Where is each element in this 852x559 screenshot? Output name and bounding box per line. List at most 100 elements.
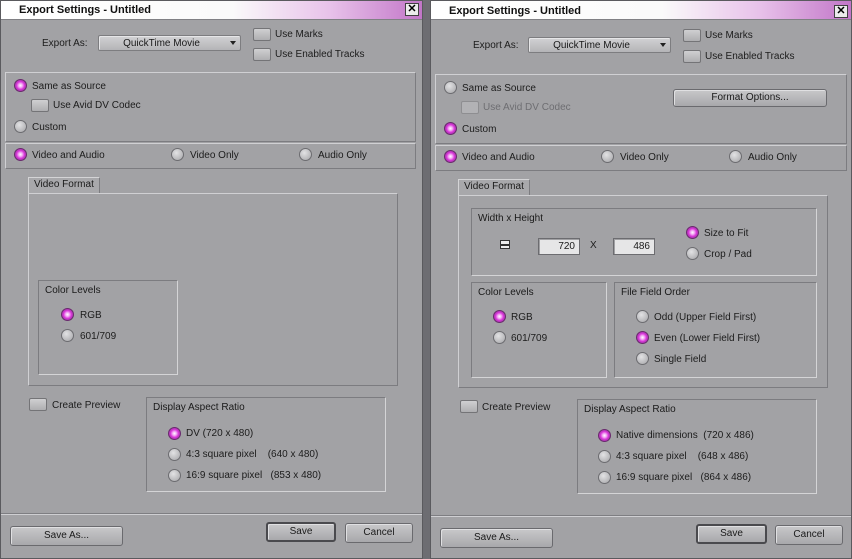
use-marks-label: Use Marks [705,30,753,41]
create-preview-label: Create Preview [52,400,121,411]
aspect-4-3-radio[interactable] [168,448,181,461]
aspect-16-9-radio[interactable] [598,471,611,484]
close-icon[interactable]: ✕ [834,5,848,18]
dialog-title: Export Settings - Untitled [449,5,581,17]
video-and-audio-radio[interactable] [14,148,27,161]
odd-field-label: Odd (Upper Field First) [654,312,757,323]
export-as-label: Export As: [473,40,519,51]
video-and-audio-radio[interactable] [444,150,457,163]
export-as-value: QuickTime Movie [553,40,630,51]
crop-pad-label: Crop / Pad [704,249,752,260]
display-aspect-ratio-title: Display Aspect Ratio [153,402,245,413]
use-avid-dv-codec-label: Use Avid DV Codec [483,102,571,113]
use-enabled-tracks-checkbox[interactable] [253,48,271,61]
tab-video-format[interactable]: Video Format [28,177,100,193]
audio-only-radio[interactable] [299,148,312,161]
close-icon[interactable]: ✕ [405,3,419,16]
use-enabled-tracks-label: Use Enabled Tracks [705,51,795,62]
create-preview-label: Create Preview [482,402,551,413]
format-options-button[interactable]: Format Options... [673,89,827,107]
save-as-button[interactable]: Save As... [10,526,123,546]
color-levels-group: Color Levels [38,280,178,375]
aspect-dv-radio[interactable] [168,427,181,440]
use-avid-dv-codec-label: Use Avid DV Codec [53,100,141,111]
aspect-native-label: Native dimensions (720 x 486) [616,430,754,441]
color-levels-group: Color Levels [471,282,607,378]
dialog-title: Export Settings - Untitled [19,4,151,16]
title-bar[interactable]: Export Settings - Untitled ✕ [431,1,851,20]
export-as-dropdown[interactable]: QuickTime Movie [528,37,671,53]
single-field-radio[interactable] [636,352,649,365]
use-marks-checkbox[interactable] [253,28,271,41]
color-levels-title: Color Levels [45,285,101,296]
use-enabled-tracks-checkbox[interactable] [683,50,701,63]
height-field[interactable]: 486 [613,238,655,255]
aspect-dv-label: DV (720 x 480) [186,428,254,439]
601-709-radio[interactable] [493,331,506,344]
601-709-radio[interactable] [61,329,74,342]
use-marks-label: Use Marks [275,29,323,40]
aspect-4-3-label: 4:3 square pixel (640 x 480) [186,449,319,460]
custom-radio[interactable] [444,122,457,135]
custom-label: Custom [32,122,67,133]
single-field-label: Single Field [654,354,707,365]
crop-pad-radio[interactable] [686,247,699,260]
aspect-16-9-label: 16:9 square pixel (853 x 480) [186,470,322,481]
video-and-audio-label: Video and Audio [32,150,105,161]
use-avid-dv-codec-checkbox[interactable] [31,99,49,112]
aspect-4-3-label: 4:3 square pixel (648 x 486) [616,451,749,462]
export-as-value: QuickTime Movie [123,38,200,49]
same-as-source-radio[interactable] [14,79,27,92]
aspect-4-3-radio[interactable] [598,450,611,463]
title-bar[interactable]: Export Settings - Untitled ✕ [1,1,422,20]
video-only-radio[interactable] [601,150,614,163]
same-as-source-radio[interactable] [444,81,457,94]
even-field-radio[interactable] [636,331,649,344]
export-as-dropdown[interactable]: QuickTime Movie [98,35,241,51]
aspect-16-9-radio[interactable] [168,469,181,482]
rgb-label: RGB [80,310,102,321]
601-709-label: 601/709 [80,331,117,342]
save-button[interactable]: Save [696,524,767,544]
video-and-audio-label: Video and Audio [462,152,535,163]
even-field-label: Even (Lower Field First) [654,333,761,344]
use-avid-dv-codec-checkbox[interactable] [461,101,479,114]
rgb-label: RGB [511,312,533,323]
cancel-button[interactable]: Cancel [775,525,843,545]
bottom-separator-highlight [431,516,851,517]
width-height-title: Width x Height [478,213,544,224]
video-only-radio[interactable] [171,148,184,161]
audio-only-label: Audio Only [318,150,367,161]
lock-icon[interactable] [500,240,510,249]
cancel-button[interactable]: Cancel [345,523,413,543]
size-to-fit-label: Size to Fit [704,228,749,239]
size-to-fit-radio[interactable] [686,226,699,239]
rgb-radio[interactable] [493,310,506,323]
tab-video-format[interactable]: Video Format [458,179,530,195]
chevron-down-icon [230,41,236,45]
audio-only-radio[interactable] [729,150,742,163]
same-as-source-label: Same as Source [462,83,536,94]
601-709-label: 601/709 [511,333,548,344]
x-separator: X [590,240,597,251]
display-aspect-ratio-title: Display Aspect Ratio [584,404,676,415]
width-field[interactable]: 720 [538,238,580,255]
save-button[interactable]: Save [266,522,336,542]
rgb-radio[interactable] [61,308,74,321]
create-preview-checkbox[interactable] [29,398,47,411]
export-as-label: Export As: [42,38,88,49]
save-as-button[interactable]: Save As... [440,528,553,548]
create-preview-checkbox[interactable] [460,400,478,413]
custom-radio[interactable] [14,120,27,133]
export-settings-dialog-left: Export Settings - Untitled ✕ Export As: … [0,0,423,559]
audio-only-label: Audio Only [748,152,797,163]
use-marks-checkbox[interactable] [683,29,701,42]
aspect-native-radio[interactable] [598,429,611,442]
export-settings-dialog-right: Export Settings - Untitled ✕ Export As: … [430,0,852,559]
odd-field-radio[interactable] [636,310,649,323]
video-only-label: Video Only [620,152,669,163]
use-enabled-tracks-label: Use Enabled Tracks [275,49,365,60]
aspect-16-9-label: 16:9 square pixel (864 x 486) [616,472,752,483]
bottom-separator-highlight [1,514,422,515]
chevron-down-icon [660,43,666,47]
